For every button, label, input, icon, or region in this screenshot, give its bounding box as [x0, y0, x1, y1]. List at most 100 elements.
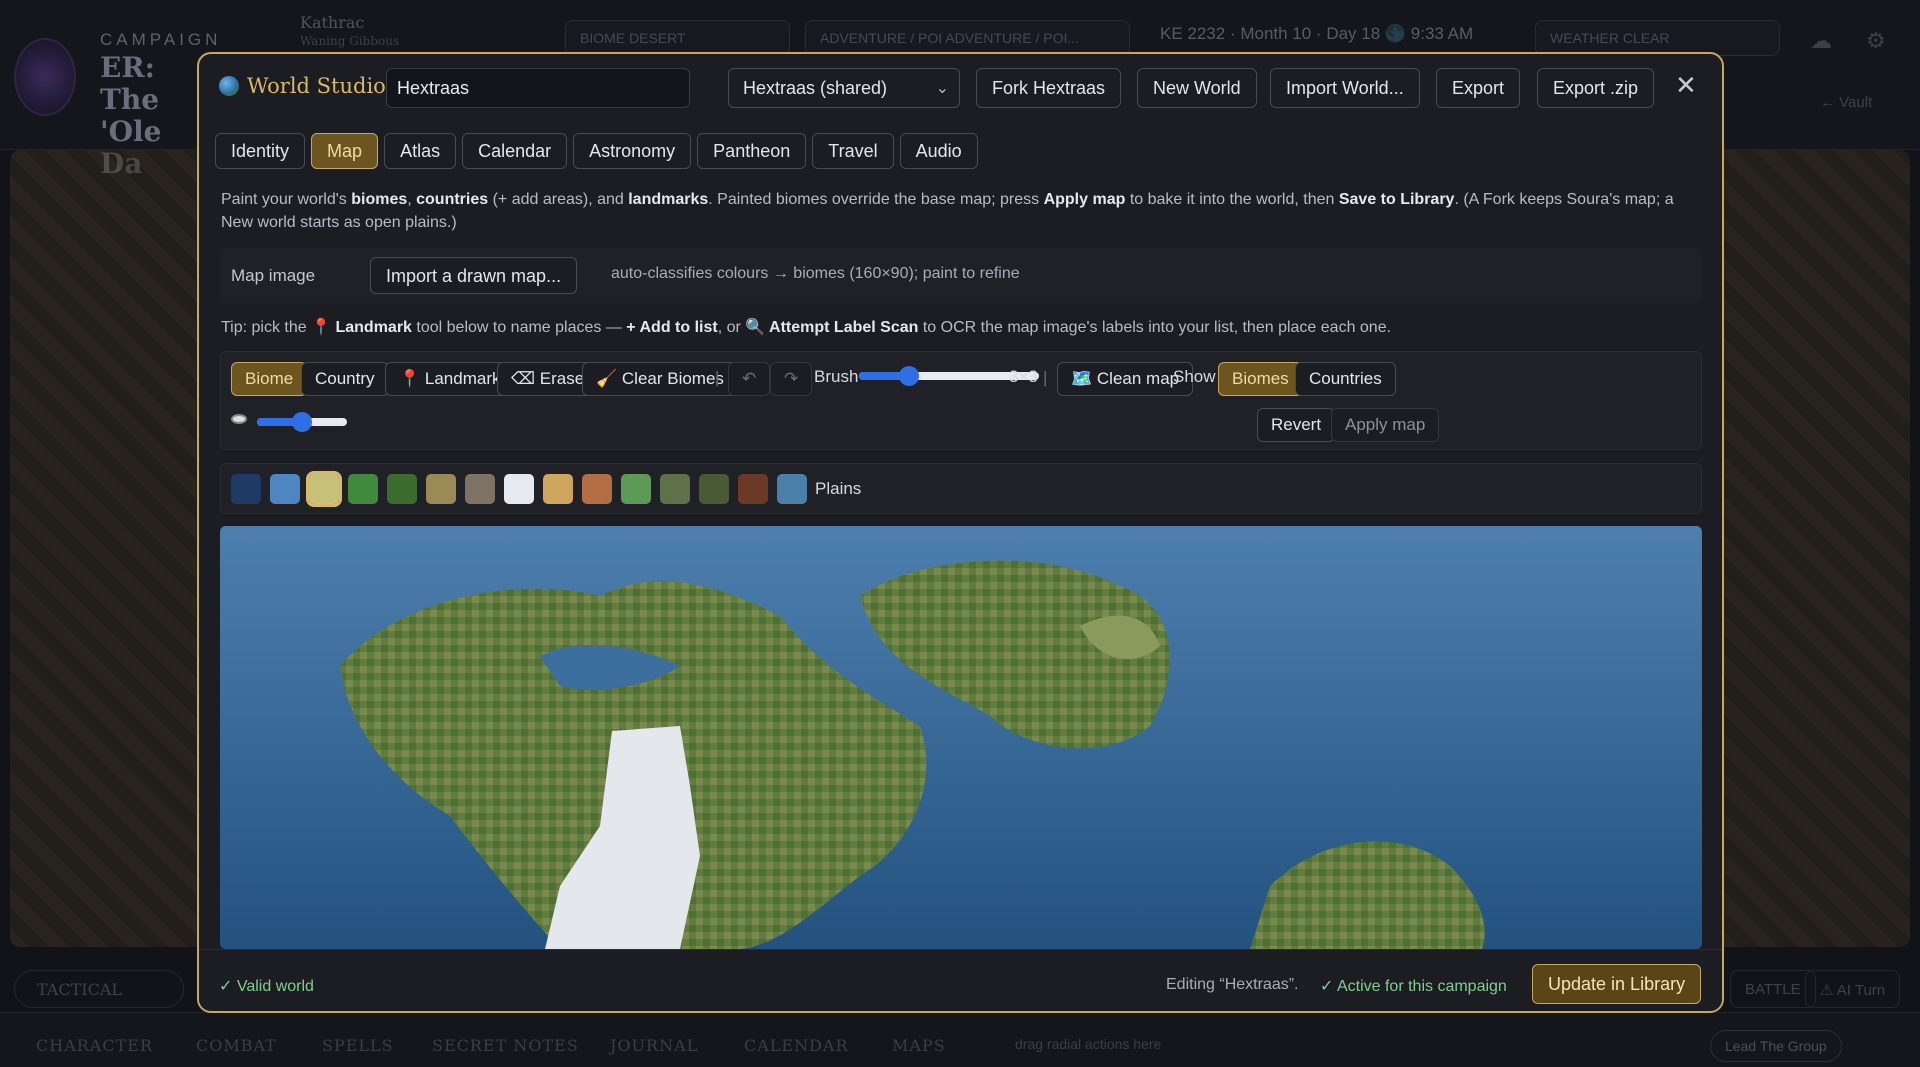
- tab-spells[interactable]: SPELLS: [322, 1036, 394, 1055]
- vault-link[interactable]: ← Vault: [1820, 94, 1872, 111]
- fork-world-button[interactable]: Fork Hextraas: [976, 68, 1122, 108]
- tip-text: , or: [717, 319, 746, 336]
- intro-bold: Save to Library: [1338, 191, 1455, 208]
- tip-text: Tip: pick the: [221, 319, 312, 336]
- biome-swatch[interactable]: [306, 471, 342, 507]
- world-map-image: [220, 526, 1702, 949]
- biome-swatch[interactable]: [543, 474, 573, 504]
- biome-swatch[interactable]: [465, 474, 495, 504]
- biome-pill[interactable]: BIOME DESERT: [565, 20, 790, 56]
- biome-swatch[interactable]: [738, 474, 768, 504]
- tab-astronomy[interactable]: Astronomy: [573, 133, 692, 169]
- tip-text: to OCR the map image's labels into your …: [918, 319, 1392, 336]
- toolbar-divider: |: [715, 368, 720, 387]
- battle-button[interactable]: BATTLE: [1730, 970, 1816, 1008]
- selected-biome-label: Plains: [815, 479, 862, 498]
- adventure-pill[interactable]: ADVENTURE / POI ADVENTURE / POI...: [805, 20, 1130, 56]
- brush-label: Brush: [814, 367, 859, 386]
- show-biomes-toggle[interactable]: Biomes: [1218, 362, 1303, 396]
- modal-title: World Studio: [219, 74, 386, 98]
- biome-swatch[interactable]: [387, 474, 417, 504]
- export-zip-button[interactable]: Export .zip: [1537, 68, 1655, 108]
- ai-turn-button[interactable]: ⚠ AI Turn: [1805, 970, 1901, 1008]
- import-world-button[interactable]: Import World...: [1270, 68, 1420, 108]
- modal-title-text: World Studio: [247, 74, 386, 98]
- radial-hint: drag radial actions here: [1015, 1036, 1162, 1052]
- export-button[interactable]: Export: [1436, 68, 1521, 108]
- biome-swatch[interactable]: [660, 474, 690, 504]
- intro-text: Paint your world's: [221, 191, 352, 208]
- cloud-icon[interactable]: ☁: [1810, 28, 1832, 54]
- biome-swatch[interactable]: [426, 474, 456, 504]
- show-countries-toggle[interactable]: Countries: [1295, 362, 1396, 396]
- tactical-toggle[interactable]: TACTICAL: [14, 970, 184, 1008]
- opacity-slider-handle[interactable]: [292, 412, 312, 432]
- eye-icon: [231, 414, 247, 424]
- party-info[interactable]: Kathrac Waning Gibbous: [300, 14, 399, 50]
- intro-text: ,: [407, 191, 417, 208]
- intro-bold: countries: [416, 191, 489, 208]
- show-label: Show: [1173, 367, 1216, 386]
- campaign-label: CAMPAIGN: [100, 30, 222, 49]
- tab-calendar[interactable]: CALENDAR: [744, 1036, 849, 1055]
- biome-swatch[interactable]: [270, 474, 300, 504]
- biome-swatch[interactable]: [582, 474, 612, 504]
- close-icon[interactable]: ✕: [1675, 70, 1697, 100]
- tab-journal[interactable]: JOURNAL: [610, 1036, 698, 1055]
- biome-palette: Plains: [220, 463, 1702, 514]
- tip-bold: 📍 Landmark: [311, 319, 412, 336]
- map-image-row: Map image Import a drawn map... auto-cla…: [220, 248, 1702, 303]
- chevron-down-icon: ⌄: [935, 80, 949, 97]
- map-intro-text: Paint your world's biomes, countries (+ …: [221, 188, 1701, 234]
- date-time: KE 2232 · Month 10 · Day 18 🌑 9:33 AM: [1160, 24, 1474, 43]
- biome-swatch[interactable]: [231, 474, 261, 504]
- tab-pantheon[interactable]: Pantheon: [697, 133, 807, 169]
- undo-button[interactable]: ↶: [728, 362, 771, 396]
- biome-swatch[interactable]: [621, 474, 651, 504]
- tab-map[interactable]: Map: [311, 133, 379, 169]
- biome-swatch[interactable]: [699, 474, 729, 504]
- redo-button[interactable]: ↷: [770, 362, 813, 396]
- biome-tool-button[interactable]: Biome: [231, 362, 308, 396]
- update-library-button[interactable]: Update in Library: [1532, 964, 1702, 1004]
- brush-size-value: 3×3: [1009, 367, 1038, 386]
- world-select[interactable]: Hextraas (shared) ⌄: [728, 68, 960, 108]
- modal-header: World Studio Hextraas (shared) ⌄ Fork He…: [199, 54, 1722, 119]
- tab-atlas[interactable]: Atlas: [384, 133, 457, 169]
- tab-calendar[interactable]: Calendar: [462, 133, 568, 169]
- country-tool-button[interactable]: Country: [301, 362, 389, 396]
- world-name-input[interactable]: [386, 68, 690, 108]
- tab-travel[interactable]: Travel: [812, 133, 894, 169]
- modal-footer: ✓ Valid world Editing “Hextraas”. ✓ Acti…: [199, 949, 1722, 1011]
- revert-button[interactable]: Revert: [1257, 408, 1336, 442]
- biome-swatch[interactable]: [777, 474, 807, 504]
- tab-audio[interactable]: Audio: [899, 133, 978, 169]
- lead-the-group-button[interactable]: Lead The Group: [1710, 1030, 1842, 1062]
- landmark-tool-button[interactable]: 📍 Landmark: [385, 362, 515, 396]
- toolbar-divider: |: [1043, 368, 1048, 387]
- weather-pill[interactable]: WEATHER CLEAR: [1535, 20, 1780, 56]
- intro-bold: Apply map: [1043, 191, 1126, 208]
- biome-swatch[interactable]: [504, 474, 534, 504]
- party-name: Kathrac: [300, 13, 365, 32]
- tip-text: tool below to name places —: [411, 319, 627, 336]
- world-studio-modal: World Studio Hextraas (shared) ⌄ Fork He…: [197, 52, 1724, 1013]
- tab-combat[interactable]: COMBAT: [196, 1036, 277, 1055]
- globe-icon: [219, 76, 239, 96]
- tab-identity[interactable]: Identity: [215, 133, 306, 169]
- world-select-value: Hextraas (shared): [743, 78, 888, 98]
- tab-maps[interactable]: MAPS: [892, 1036, 946, 1055]
- intro-text: (+ add areas), and: [488, 191, 629, 208]
- apply-map-button[interactable]: Apply map: [1331, 408, 1440, 442]
- tab-character[interactable]: CHARACTER: [36, 1036, 153, 1055]
- biome-swatch[interactable]: [348, 474, 378, 504]
- brush-slider-handle[interactable]: [899, 366, 920, 386]
- world-map-canvas[interactable]: [220, 526, 1702, 949]
- sliders-icon[interactable]: ⚙: [1866, 28, 1886, 54]
- tab-secret-notes[interactable]: SECRET NOTES: [432, 1036, 579, 1055]
- new-world-button[interactable]: New World: [1137, 68, 1257, 108]
- intro-bold: landmarks: [628, 191, 709, 208]
- campaign-emblem[interactable]: [14, 38, 76, 116]
- overlay-opacity-slider[interactable]: [257, 412, 347, 432]
- import-drawn-map-button[interactable]: Import a drawn map...: [370, 257, 578, 294]
